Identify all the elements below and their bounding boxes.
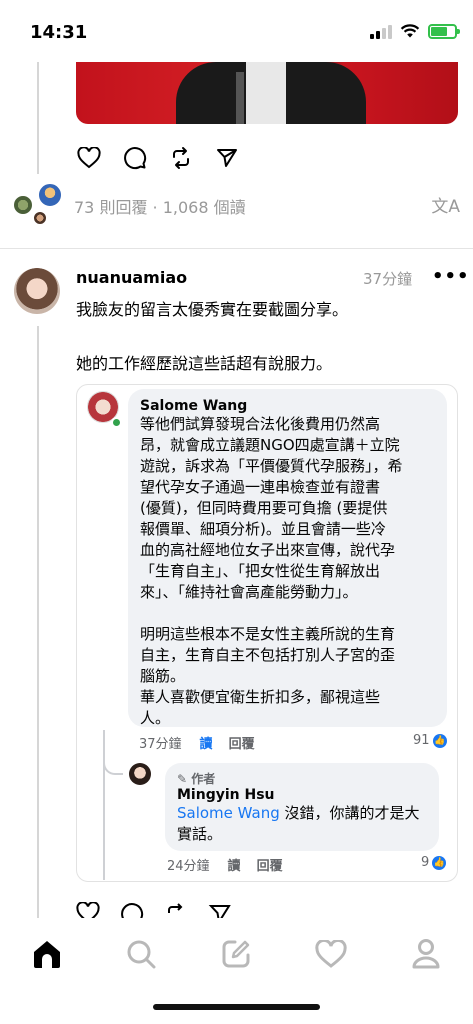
send-icon[interactable] bbox=[208, 902, 232, 918]
activity-tab[interactable] bbox=[311, 934, 351, 974]
profile-tab[interactable] bbox=[406, 934, 446, 974]
post-actions-partial bbox=[76, 900, 276, 918]
author-avatar bbox=[129, 763, 151, 785]
like-count-value: 91 bbox=[413, 733, 430, 748]
author-badge: ✎ 作者 bbox=[177, 770, 427, 787]
more-options-icon[interactable]: ••• bbox=[432, 266, 470, 287]
home-icon bbox=[34, 941, 60, 968]
comment-time: 24分鐘 bbox=[167, 859, 210, 874]
replier-avatar bbox=[32, 210, 48, 226]
home-tab[interactable] bbox=[27, 934, 67, 974]
battery-icon bbox=[428, 24, 460, 39]
mention-link: Salome Wang bbox=[177, 804, 280, 822]
comment-like-count: 91 👍 bbox=[413, 733, 447, 748]
comment-read-label: 讀 bbox=[199, 737, 213, 752]
reply-comment-text: Salome Wang 沒錯，你講的才是大 實話。 bbox=[177, 803, 427, 845]
status-icons bbox=[370, 24, 460, 39]
replier-avatar bbox=[37, 182, 63, 208]
online-status-dot bbox=[111, 417, 122, 428]
repost-icon[interactable] bbox=[168, 145, 194, 171]
comment-bubble: Salome Wang 等他們試算發現合法化後費用仍然高 昂，就會成立議題NGO… bbox=[128, 389, 447, 727]
thread-line bbox=[37, 326, 39, 918]
profile-icon bbox=[412, 939, 440, 969]
comment-icon[interactable] bbox=[122, 145, 148, 171]
post-text-line bbox=[76, 323, 456, 350]
replier-avatar bbox=[12, 194, 34, 216]
screenshot-image[interactable]: Salome Wang 等他們試算發現合法化後費用仍然高 昂，就會成立議題NGO… bbox=[76, 384, 458, 882]
reply-thread-line bbox=[103, 730, 105, 880]
commenter-name: Salome Wang bbox=[140, 398, 248, 414]
status-bar: 14:31 bbox=[0, 0, 473, 62]
post-actions bbox=[76, 145, 240, 171]
like-heart-icon[interactable] bbox=[76, 145, 102, 171]
home-indicator[interactable] bbox=[153, 1004, 320, 1010]
replies-count-text[interactable]: 73 則回覆 · 1,068 個讀 bbox=[74, 194, 246, 218]
comment-reply-label: 回覆 bbox=[228, 737, 255, 752]
divider bbox=[0, 248, 473, 249]
commenter-name: Mingyin Hsu bbox=[177, 787, 275, 803]
repost-icon[interactable] bbox=[164, 902, 188, 918]
comment-meta: 37分鐘 讀 回覆 bbox=[139, 733, 255, 752]
activity-heart-icon bbox=[315, 939, 347, 968]
thumbs-up-icon: 👍 bbox=[432, 733, 447, 748]
search-tab[interactable] bbox=[121, 934, 161, 974]
post-text: 我臉友的留言太優秀實在要截圖分享。 她的工作經歷說這些話超有說服力。 bbox=[76, 296, 456, 377]
author-badge-label: 作者 bbox=[191, 772, 216, 786]
translate-icon[interactable]: 文A bbox=[431, 192, 460, 217]
compose-icon bbox=[222, 940, 250, 968]
like-heart-icon[interactable] bbox=[76, 902, 100, 918]
thread-line bbox=[37, 62, 39, 174]
compose-tab[interactable] bbox=[216, 934, 256, 974]
replies-summary-row[interactable]: 73 則回覆 · 1,068 個讀 文A bbox=[12, 182, 462, 228]
post-text-line: 我臉友的留言太優秀實在要截圖分享。 bbox=[76, 300, 349, 319]
comment-text: 等他們試算發現合法化後費用仍然高 昂，就會成立議題NGO四處宣講＋立院 遊說，訴… bbox=[140, 415, 403, 727]
reply-like-count: 9 👍 bbox=[421, 855, 447, 870]
comment-reply-label: 回覆 bbox=[256, 859, 283, 874]
search-icon bbox=[127, 940, 156, 969]
pencil-icon: ✎ bbox=[177, 772, 188, 786]
comment-icon[interactable] bbox=[120, 902, 144, 918]
reply-comment-bubble: ✎ 作者 Mingyin Hsu Salome Wang 沒錯，你講的才是大 實… bbox=[165, 763, 439, 851]
status-time: 14:31 bbox=[30, 22, 88, 43]
reply-comment-meta: 24分鐘 讀 回覆 bbox=[167, 855, 283, 874]
like-count-value: 9 bbox=[421, 855, 430, 870]
post-timestamp: 37分鐘 bbox=[363, 270, 413, 288]
avatar[interactable] bbox=[14, 268, 60, 314]
post-username[interactable]: nuanuamiao bbox=[76, 268, 187, 287]
wifi-icon bbox=[400, 24, 420, 38]
thumbs-up-icon: 👍 bbox=[432, 855, 447, 870]
cellular-signal-icon bbox=[370, 24, 392, 39]
send-icon[interactable] bbox=[214, 145, 240, 171]
post-text-line: 她的工作經歷說這些話超有說服力。 bbox=[76, 354, 333, 373]
post-image[interactable] bbox=[76, 62, 458, 124]
comment-read-label: 讀 bbox=[227, 859, 241, 874]
comment-time: 37分鐘 bbox=[139, 737, 182, 752]
reply-connector bbox=[103, 755, 123, 775]
